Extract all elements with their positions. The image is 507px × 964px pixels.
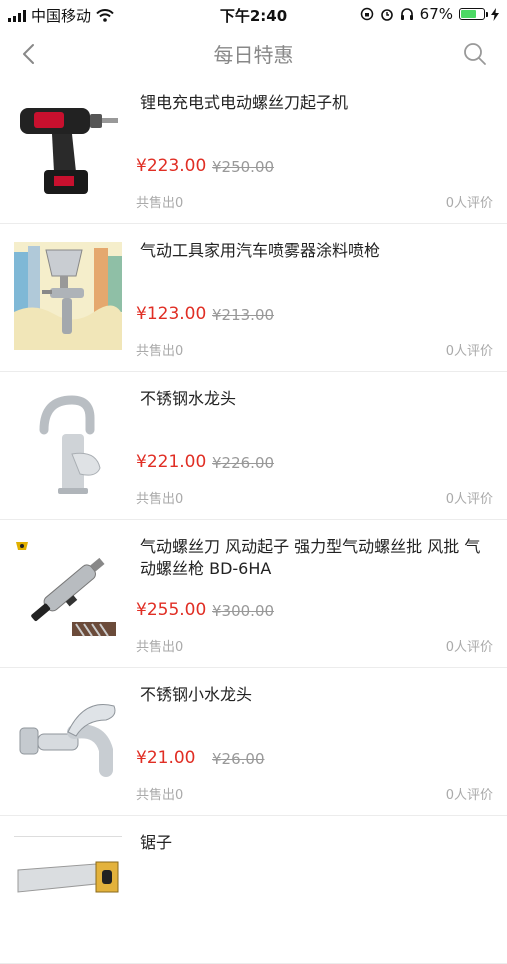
product-name[interactable]: 不锈钢水龙头 [140,388,493,410]
product-item[interactable]: 锯子 [0,816,507,964]
product-name[interactable]: 气动工具家用汽车喷雾器涂料喷枪 [140,240,493,262]
product-name[interactable]: 气动螺丝刀 风动起子 强力型气动螺丝批 风批 气动螺丝枪 BD-6HA [140,536,493,580]
battery-percent: 67% [419,5,453,23]
status-right: 67% [360,5,499,23]
product-image-small-faucet[interactable] [14,686,122,794]
charging-icon [491,7,499,21]
alarm-icon [380,9,393,21]
product-item[interactable]: 气动螺丝刀 风动起子 强力型气动螺丝批 风批 气动螺丝枪 BD-6HA ¥255… [0,520,507,668]
sold-count: 共售出0 [136,492,184,507]
product-price: ¥223.00 [136,156,207,176]
product-image-faucet[interactable] [14,390,122,498]
sold-count: 共售出0 [136,788,184,803]
saw-icon [14,836,122,893]
product-original-price: ¥300.00 [212,602,275,620]
review-count: 0人评价 [445,344,493,359]
product-original-price: ¥26.00 [212,750,265,768]
product-image-air-screwdriver[interactable] [14,538,122,646]
sold-count: 共售出0 [136,640,184,655]
product-original-price: ¥250.00 [212,158,275,176]
air-screwdriver-icon [16,542,116,637]
product-price: ¥21.00 [136,748,196,768]
product-image-spray-gun[interactable] [14,242,122,350]
cordless-drill-icon [20,108,118,194]
product-item[interactable]: 不锈钢水龙头 ¥221.00 ¥226.00 共售出0 0人评价 [0,372,507,520]
product-original-price: ¥213.00 [212,306,275,324]
review-count: 0人评价 [445,640,493,655]
product-image-saw[interactable] [14,834,122,942]
product-image-drill[interactable] [14,94,122,202]
product-price: ¥123.00 [136,304,207,324]
battery-icon [459,8,488,20]
product-list: 锂电充电式电动螺丝刀起子机 ¥223.00 ¥250.00 共售出0 0人评价 … [0,76,507,964]
spray-gun-icon [14,242,122,350]
product-original-price: ¥226.00 [212,454,275,472]
nav-bar: 每日特惠 [0,30,507,76]
small-faucet-icon [19,704,116,777]
product-item[interactable]: 锂电充电式电动螺丝刀起子机 ¥223.00 ¥250.00 共售出0 0人评价 [0,76,507,224]
sold-count: 共售出0 [136,344,184,359]
review-count: 0人评价 [445,196,493,211]
review-count: 0人评价 [445,788,493,803]
headphones-icon [400,8,413,20]
product-price: ¥255.00 [136,600,207,620]
status-bar: 中国移动 下午2:40 67% [0,0,507,30]
lock-rotation-icon [360,7,373,21]
product-name[interactable]: 不锈钢小水龙头 [140,684,493,706]
page-title: 每日特惠 [213,43,294,67]
product-item[interactable]: 不锈钢小水龙头 ¥21.00 ¥26.00 共售出0 0人评价 [0,668,507,816]
product-name[interactable]: 锂电充电式电动螺丝刀起子机 [140,92,493,114]
sold-count: 共售出0 [136,196,184,211]
battery-level [461,10,476,18]
review-count: 0人评价 [445,492,493,507]
product-name[interactable]: 锯子 [140,832,493,854]
search-icon [464,43,486,65]
product-price: ¥221.00 [136,452,207,472]
search-button[interactable] [461,40,489,68]
product-item[interactable]: 气动工具家用汽车喷雾器涂料喷枪 ¥123.00 ¥213.00 共售出0 0人评… [0,224,507,372]
faucet-icon [39,395,101,494]
